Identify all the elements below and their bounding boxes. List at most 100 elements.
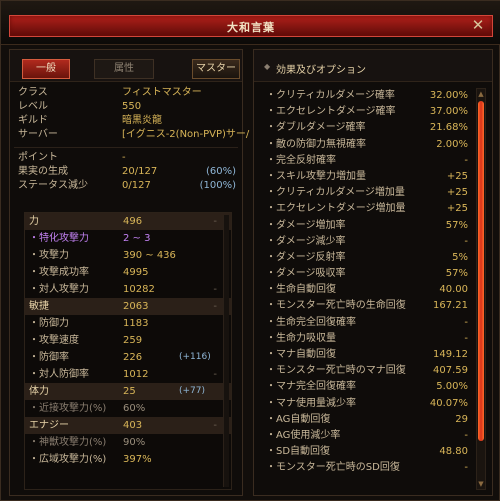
option-row: ・AG使用減少率 - [262, 428, 472, 444]
info-value: - [122, 152, 126, 163]
info-value: フィストマスター [122, 87, 202, 98]
info-value: 550 [122, 101, 142, 112]
option-label: ・クリティカルダメージ増加量 [266, 187, 405, 199]
option-value: 407.59 [433, 365, 468, 377]
stat-value: 10282 [123, 284, 155, 295]
option-row: ・クリティカルダメージ増加量 +25 [262, 185, 472, 201]
bullet-icon: ◆ [264, 62, 271, 71]
stat-value: 403 [123, 420, 143, 431]
options-panel: ◆ 効果及びオプション ・クリティカルダメージ確率 32.00% ・エクセレントダメ… [253, 49, 493, 496]
option-value: - [464, 154, 468, 166]
stat-row: ・攻撃成功率 4995 [25, 264, 231, 281]
option-row: ・生命自動回復 40.00 [262, 282, 472, 298]
option-label: ・ダブルダメージ確率 [266, 122, 366, 134]
stat-label: ・対人攻撃力 [29, 284, 89, 295]
option-row: ・マナ自動回復 149.12 [262, 347, 472, 363]
stat-value: 259 [123, 335, 143, 346]
options-title: 効果及びオプション [276, 65, 366, 76]
stat-row: ・対人攻撃力 10282 - [25, 281, 231, 298]
stat-dash: - [213, 369, 217, 380]
stat-table: 力 496- ・特化攻撃力 2 ~ 3 ・攻撃力 390 ~ 436 ・攻撃成功率 4995 ・… [24, 212, 232, 490]
stat-label: ・神獣攻撃力(%) [29, 437, 107, 448]
master-button[interactable]: マスター [192, 59, 240, 79]
info-value: [イグニス-2(Non-PVP)サー/ [122, 129, 250, 140]
info-label: クラス [18, 87, 48, 98]
info-label: ギルド [18, 115, 48, 126]
option-value: - [464, 316, 468, 328]
scroll-up-icon[interactable]: ▲ [477, 90, 485, 98]
option-value: 149.12 [433, 349, 468, 360]
stat-label: ・攻撃力 [29, 250, 69, 261]
option-value: 5.00% [436, 381, 468, 393]
option-label: ・モンスター死亡時のマナ回復 [266, 365, 406, 377]
option-row: ・SD自動回復 48.80 [262, 444, 472, 460]
stat-row: ・対人防御率 1012 - [25, 366, 231, 383]
option-value: 40.07% [429, 397, 468, 409]
close-icon[interactable]: ✕ [469, 16, 487, 34]
option-label: ・マナ自動回復 [266, 349, 336, 360]
option-row: ・ダメージ増加率 57% [262, 218, 472, 234]
scrollbar-thumb[interactable] [478, 101, 484, 441]
option-label: ・SD自動回復 [266, 446, 331, 458]
option-row: ・ダブルダメージ確率 21.68% [262, 120, 472, 136]
option-row: ・ダメージ反射率 5% [262, 250, 472, 266]
stat-label: 体力 [29, 386, 49, 397]
stat-value: 397% [123, 454, 152, 465]
option-value: 32.00% [429, 90, 468, 101]
option-label: ・ダメージ増加率 [266, 219, 346, 231]
divider [14, 142, 238, 148]
stats-panel: 一般 属性 マスター クラス フィストマスター レベル 550 ギルド 暗黒炎龍 サーバー [… [9, 49, 249, 496]
option-row: ・敵の防御力無視確率 2.00% [262, 137, 472, 153]
option-value: 21.68% [429, 122, 468, 134]
stat-label: 力 [29, 216, 39, 227]
stat-dash: - [213, 284, 217, 295]
info-label: ステータス減少 [18, 180, 88, 191]
stat-value: 390 ~ 436 [123, 250, 176, 261]
options-scrollbar[interactable]: ▲ ▼ [476, 88, 486, 490]
option-value: - [464, 462, 468, 474]
tab-attribute[interactable]: 属性 [94, 59, 154, 79]
stat-label: ・攻撃速度 [29, 335, 79, 346]
stat-header-row: 敏捷 2063 - [25, 298, 231, 315]
tab-general[interactable]: 一般 [22, 59, 70, 79]
option-label: ・マナ使用量減少率 [266, 397, 356, 409]
option-label: ・エクセレントダメージ確率 [266, 106, 396, 118]
option-value: 57% [445, 219, 468, 231]
info-percent: (60%) [205, 166, 236, 177]
option-label: ・エクセレントダメージ増加量 [266, 203, 406, 215]
info-value: 暗黒炎龍 [122, 115, 162, 126]
option-label: ・AG自動回復 [266, 413, 331, 425]
info-percent: (100%) [199, 180, 236, 191]
stat-label: ・対人防御率 [29, 369, 89, 380]
stat-value: 496 [123, 216, 143, 227]
option-row: ・ダメージ吸収率 57% [262, 266, 472, 282]
title-plate: 大和言葉 [9, 15, 493, 37]
info-label: サーバー [18, 129, 58, 140]
stat-label: ・特化攻撃力 [29, 233, 89, 244]
option-row: ・ダメージ減少率 - [262, 234, 472, 250]
stat-value: 4995 [123, 267, 149, 278]
option-row: ・モンスター死亡時のSD回復 - [262, 460, 472, 476]
option-value: 167.21 [433, 300, 468, 312]
stat-value: 60% [123, 403, 146, 414]
info-value: 20/127 [122, 166, 158, 177]
option-row: ・モンスター死亡時のマナ回復 407.59 [262, 363, 472, 379]
option-label: ・ダメージ吸収率 [266, 268, 346, 280]
option-label: ・ダメージ減少率 [266, 235, 346, 247]
option-row: ・マナ使用量減少率 40.07% [262, 396, 472, 412]
option-label: ・AG使用減少率 [266, 429, 341, 441]
stat-dash: - [213, 301, 217, 312]
option-value: 48.80 [439, 446, 468, 458]
option-label: ・クリティカルダメージ確率 [266, 90, 395, 101]
info-row: ポイント - [14, 151, 238, 165]
options-header: ◆ 効果及びオプション [254, 50, 492, 82]
stat-label: エナジー [29, 420, 69, 431]
scroll-down-icon[interactable]: ▼ [477, 480, 485, 488]
option-label: ・生命力吸収量 [266, 332, 336, 344]
stat-bonus: (+77) [179, 386, 206, 396]
info-row: 果実の生成 20/127 (60%) [14, 165, 238, 179]
stat-row: ・防御率 226 (+116) [25, 349, 231, 366]
option-value: - [464, 235, 468, 247]
option-row: ・エクセレントダメージ増加量 +25 [262, 201, 472, 217]
stats-scrollbar[interactable] [223, 215, 229, 487]
